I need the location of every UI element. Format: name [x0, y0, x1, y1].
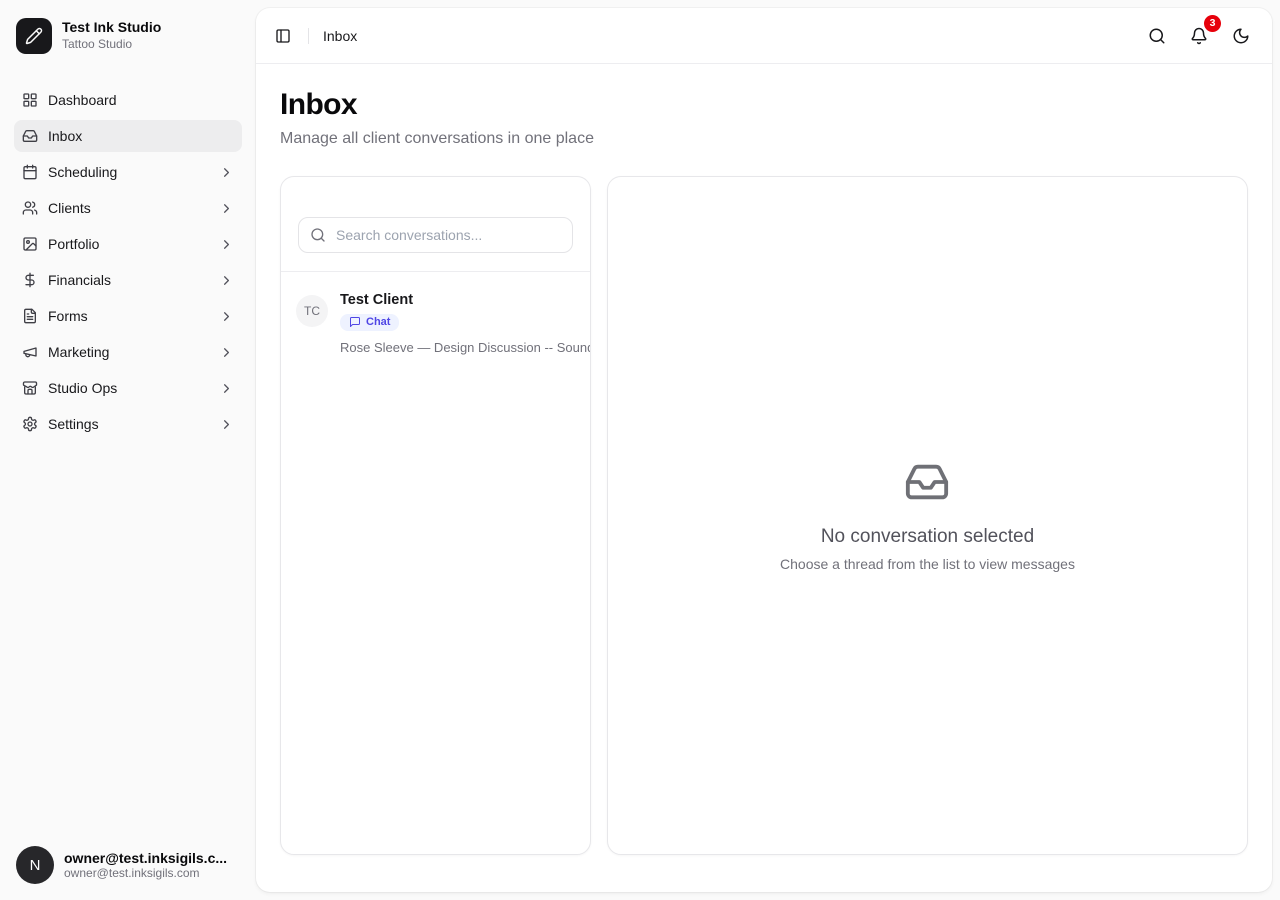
sidebar-item-label: Scheduling: [48, 164, 209, 180]
studio-brand[interactable]: Test Ink Studio Tattoo Studio: [8, 8, 248, 64]
file-text-icon: [22, 308, 38, 324]
sidebar-item-studio-ops[interactable]: Studio Ops: [14, 372, 242, 404]
chevron-right-icon: [219, 309, 234, 324]
main-content-card: Inbox 3 Inbox Manage all client conversa…: [256, 8, 1272, 892]
users-icon: [22, 200, 38, 216]
sidebar-item-dashboard[interactable]: Dashboard: [14, 84, 242, 116]
conversation-summary: Test Client Chat Rose Sleeve — Design Di…: [340, 292, 590, 356]
sidebar-item-label: Settings: [48, 416, 209, 432]
conversation-search-section: [281, 177, 590, 272]
calendar-icon: [22, 164, 38, 180]
chevron-right-icon: [219, 381, 234, 396]
sidebar-item-label: Marketing: [48, 344, 209, 360]
sidebar-item-label: Studio Ops: [48, 380, 209, 396]
conversation-search: [298, 217, 573, 253]
empty-state: No conversation selected Choose a thread…: [780, 459, 1075, 572]
pen-icon: [16, 18, 52, 54]
notifications-button[interactable]: 3: [1184, 21, 1214, 51]
sidebar-item-scheduling[interactable]: Scheduling: [14, 156, 242, 188]
page-subtitle: Manage all client conversations in one p…: [280, 130, 1248, 148]
sidebar-item-settings[interactable]: Settings: [14, 408, 242, 440]
chevron-right-icon: [219, 201, 234, 216]
conversation-client-name: Test Client: [340, 292, 590, 309]
conversation-preview: Rose Sleeve — Design Discussion -- Sound…: [340, 340, 590, 355]
sidebar: Test Ink Studio Tattoo Studio Dashboard …: [0, 0, 256, 900]
dollar-sign-icon: [22, 272, 38, 288]
studio-name: Test Ink Studio: [62, 19, 161, 37]
image-icon: [22, 236, 38, 252]
sidebar-toggle-button[interactable]: [268, 21, 298, 51]
breadcrumb: Inbox: [323, 28, 357, 44]
sidebar-item-marketing[interactable]: Marketing: [14, 336, 242, 368]
user-info: owner@test.inksigils.c... owner@test.ink…: [64, 850, 227, 880]
megaphone-icon: [22, 344, 38, 360]
empty-state-subtitle: Choose a thread from the list to view me…: [780, 556, 1075, 572]
search-conversations-input[interactable]: [298, 217, 573, 253]
sidebar-nav: Dashboard Inbox Scheduling Clients Portf…: [8, 84, 248, 838]
chevron-right-icon: [219, 345, 234, 360]
moon-icon: [1232, 27, 1250, 45]
avatar: TC: [296, 295, 328, 327]
panel-left-icon: [275, 28, 291, 44]
sidebar-item-forms[interactable]: Forms: [14, 300, 242, 332]
sidebar-item-inbox[interactable]: Inbox: [14, 120, 242, 152]
sidebar-item-clients[interactable]: Clients: [14, 192, 242, 224]
chevron-right-icon: [219, 417, 234, 432]
header-separator: [308, 28, 309, 44]
studio-tagline: Tattoo Studio: [62, 37, 161, 53]
inbox-icon: [904, 459, 950, 505]
sidebar-item-label: Forms: [48, 308, 209, 324]
conversation-list: TC Test Client Chat Rose Sleeve — Design…: [281, 272, 590, 854]
chevron-right-icon: [219, 273, 234, 288]
inbox-panels: TC Test Client Chat Rose Sleeve — Design…: [280, 176, 1248, 855]
top-header: Inbox 3: [256, 8, 1272, 64]
user-display-name: owner@test.inksigils.c...: [64, 850, 227, 866]
conversation-list-panel: TC Test Client Chat Rose Sleeve — Design…: [280, 176, 591, 855]
channel-badge: Chat: [340, 314, 399, 331]
store-icon: [22, 380, 38, 396]
header-actions: 3: [1142, 21, 1256, 51]
avatar: N: [16, 846, 54, 884]
layout-grid-icon: [22, 92, 38, 108]
empty-state-title: No conversation selected: [780, 526, 1075, 548]
search-icon: [1148, 27, 1166, 45]
sidebar-item-financials[interactable]: Financials: [14, 264, 242, 296]
inbox-icon: [22, 128, 38, 144]
notification-count-badge: 3: [1204, 15, 1221, 32]
sidebar-item-label: Portfolio: [48, 236, 209, 252]
user-account-button[interactable]: N owner@test.inksigils.c... owner@test.i…: [8, 838, 248, 892]
chevron-right-icon: [219, 165, 234, 180]
brand-text: Test Ink Studio Tattoo Studio: [62, 19, 161, 52]
sidebar-item-label: Clients: [48, 200, 209, 216]
search-button[interactable]: [1142, 21, 1172, 51]
conversation-detail-panel: No conversation selected Choose a thread…: [607, 176, 1248, 855]
sidebar-item-label: Financials: [48, 272, 209, 288]
message-square-icon: [349, 316, 361, 328]
sidebar-item-label: Inbox: [48, 128, 234, 144]
conversation-item[interactable]: TC Test Client Chat Rose Sleeve — Design…: [281, 272, 590, 368]
gear-icon: [22, 416, 38, 432]
chevron-right-icon: [219, 237, 234, 252]
sidebar-item-label: Dashboard: [48, 92, 234, 108]
user-email: owner@test.inksigils.com: [64, 866, 227, 880]
channel-badge-label: Chat: [366, 316, 390, 328]
dark-mode-toggle[interactable]: [1226, 21, 1256, 51]
sidebar-item-portfolio[interactable]: Portfolio: [14, 228, 242, 260]
inbox-page: Inbox Manage all client conversations in…: [256, 64, 1272, 892]
page-title: Inbox: [280, 88, 1248, 123]
